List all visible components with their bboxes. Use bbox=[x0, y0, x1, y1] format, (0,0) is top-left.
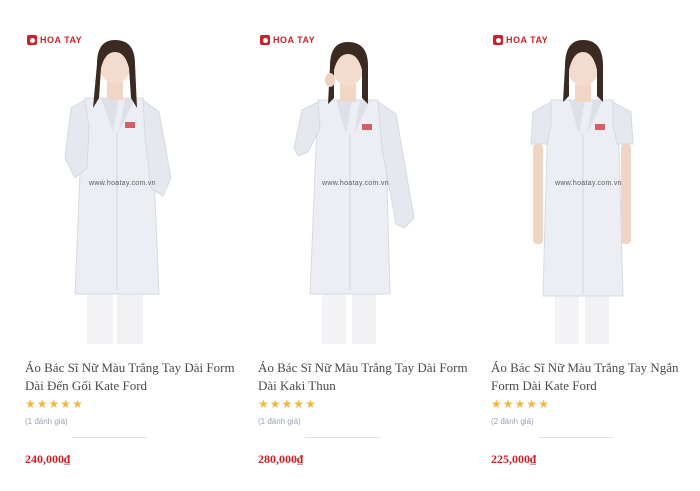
product-image[interactable]: HOA TAY www.hoatay.com.vn bbox=[258, 28, 443, 344]
star-icon: ★ bbox=[538, 397, 549, 411]
divider bbox=[538, 437, 613, 438]
rating-stars: ★ ★ ★ ★ ★ bbox=[258, 398, 316, 410]
star-icon: ★ bbox=[305, 397, 316, 411]
product-title[interactable]: Áo Bác Sĩ Nữ Màu Trắng Tay Dài Form Dài … bbox=[258, 359, 468, 395]
watermark: www.hoatay.com.vn bbox=[555, 180, 622, 187]
product-card[interactable]: HOA TAY www.hoatay.com.vn Áo Bác Sĩ Nữ M… bbox=[0, 0, 235, 491]
star-icon: ★ bbox=[514, 397, 526, 411]
star-icon: ★ bbox=[25, 397, 36, 411]
divider bbox=[72, 437, 147, 438]
divider bbox=[305, 437, 380, 438]
rating-stars: ★ ★ ★ ★ ★ bbox=[491, 398, 549, 410]
product-title[interactable]: Áo Bác Sĩ Nữ Màu Trắng Tay Dài Form Dài … bbox=[25, 359, 235, 395]
logo-text: HOA TAY bbox=[506, 35, 549, 45]
hoa-tay-logo-icon bbox=[493, 35, 503, 45]
star-icon: ★ bbox=[491, 397, 502, 411]
logo-text: HOA TAY bbox=[40, 35, 83, 45]
product-image[interactable]: HOA TAY www.hoatay.com.vn bbox=[491, 28, 676, 344]
star-icon: ★ bbox=[293, 397, 305, 411]
watermark: www.hoatay.com.vn bbox=[89, 180, 156, 187]
star-icon: ★ bbox=[36, 397, 48, 411]
watermark: www.hoatay.com.vn bbox=[322, 180, 389, 187]
rating-stars: ★ ★ ★ ★ ★ bbox=[25, 398, 83, 410]
star-icon: ★ bbox=[258, 397, 269, 411]
review-count[interactable]: (1 đánh giá) bbox=[25, 417, 68, 426]
star-icon: ★ bbox=[60, 397, 72, 411]
brand-logo: HOA TAY bbox=[493, 34, 548, 46]
price: 240,000₫ bbox=[25, 452, 71, 466]
price: 225,000₫ bbox=[491, 452, 537, 466]
star-icon: ★ bbox=[281, 397, 293, 411]
product-image[interactable]: HOA TAY www.hoatay.com.vn bbox=[25, 28, 210, 344]
hoa-tay-logo-icon bbox=[260, 35, 270, 45]
star-icon: ★ bbox=[502, 397, 514, 411]
price: 280,000₫ bbox=[258, 452, 304, 466]
hoa-tay-logo-icon bbox=[27, 35, 37, 45]
brand-logo: HOA TAY bbox=[27, 34, 82, 46]
brand-logo: HOA TAY bbox=[260, 34, 315, 46]
product-title[interactable]: Áo Bác Sĩ Nữ Màu Trắng Tay Ngắn Form Dài… bbox=[491, 359, 700, 395]
logo-text: HOA TAY bbox=[273, 35, 316, 45]
product-grid: HOA TAY www.hoatay.com.vn Áo Bác Sĩ Nữ M… bbox=[0, 0, 700, 491]
review-count[interactable]: (2 đánh giá) bbox=[491, 417, 534, 426]
star-icon: ★ bbox=[269, 397, 281, 411]
star-icon: ★ bbox=[48, 397, 60, 411]
star-icon: ★ bbox=[526, 397, 538, 411]
star-icon: ★ bbox=[72, 397, 83, 411]
product-card[interactable]: HOA TAY www.hoatay.com.vn Áo Bác Sĩ Nữ M… bbox=[233, 0, 468, 491]
review-count[interactable]: (1 đánh giá) bbox=[258, 417, 301, 426]
product-card[interactable]: HOA TAY www.hoatay.com.vn Áo Bác Sĩ Nữ M… bbox=[466, 0, 699, 491]
